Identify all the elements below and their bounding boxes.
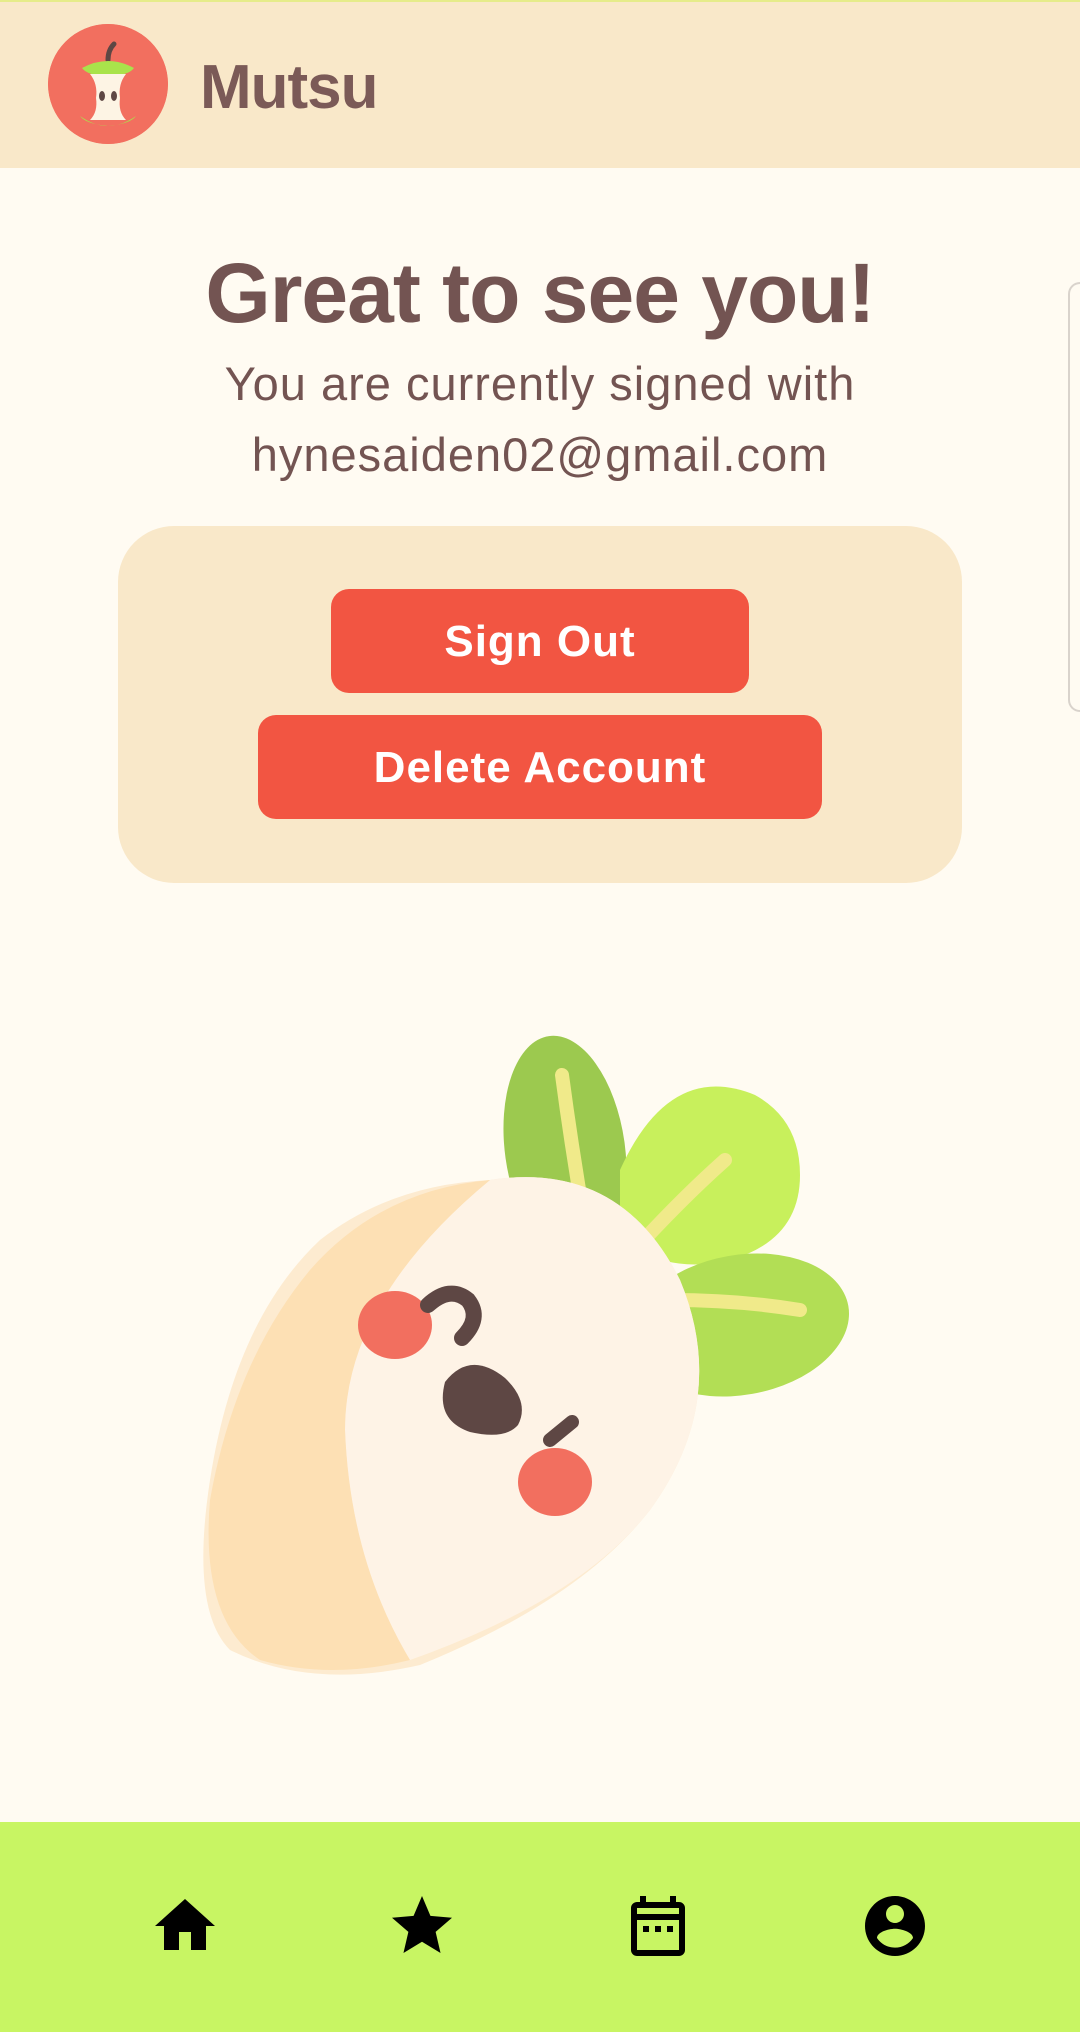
account-circle-icon[interactable] [859, 1890, 931, 1962]
signed-in-label: You are currently signed with [224, 357, 856, 410]
signed-in-email: hynesaiden02@gmail.com [251, 428, 829, 481]
home-icon[interactable] [149, 1890, 221, 1962]
app-title: Mutsu [200, 53, 379, 122]
radish-mascot-icon [200, 1000, 880, 1690]
apple-core-icon [48, 24, 168, 144]
star-icon[interactable] [386, 1890, 458, 1962]
sign-out-button[interactable]: Sign Out [331, 589, 749, 693]
calendar-icon[interactable] [622, 1890, 694, 1962]
bottom-navigation [0, 1822, 1080, 2032]
app-bar: Mutsu [0, 0, 1080, 168]
delete-account-button[interactable]: Delete Account [258, 715, 822, 819]
greeting-heading: Great to see you! [205, 246, 875, 340]
account-actions-card [118, 526, 962, 883]
edge-panel-handle[interactable] [1068, 282, 1080, 712]
